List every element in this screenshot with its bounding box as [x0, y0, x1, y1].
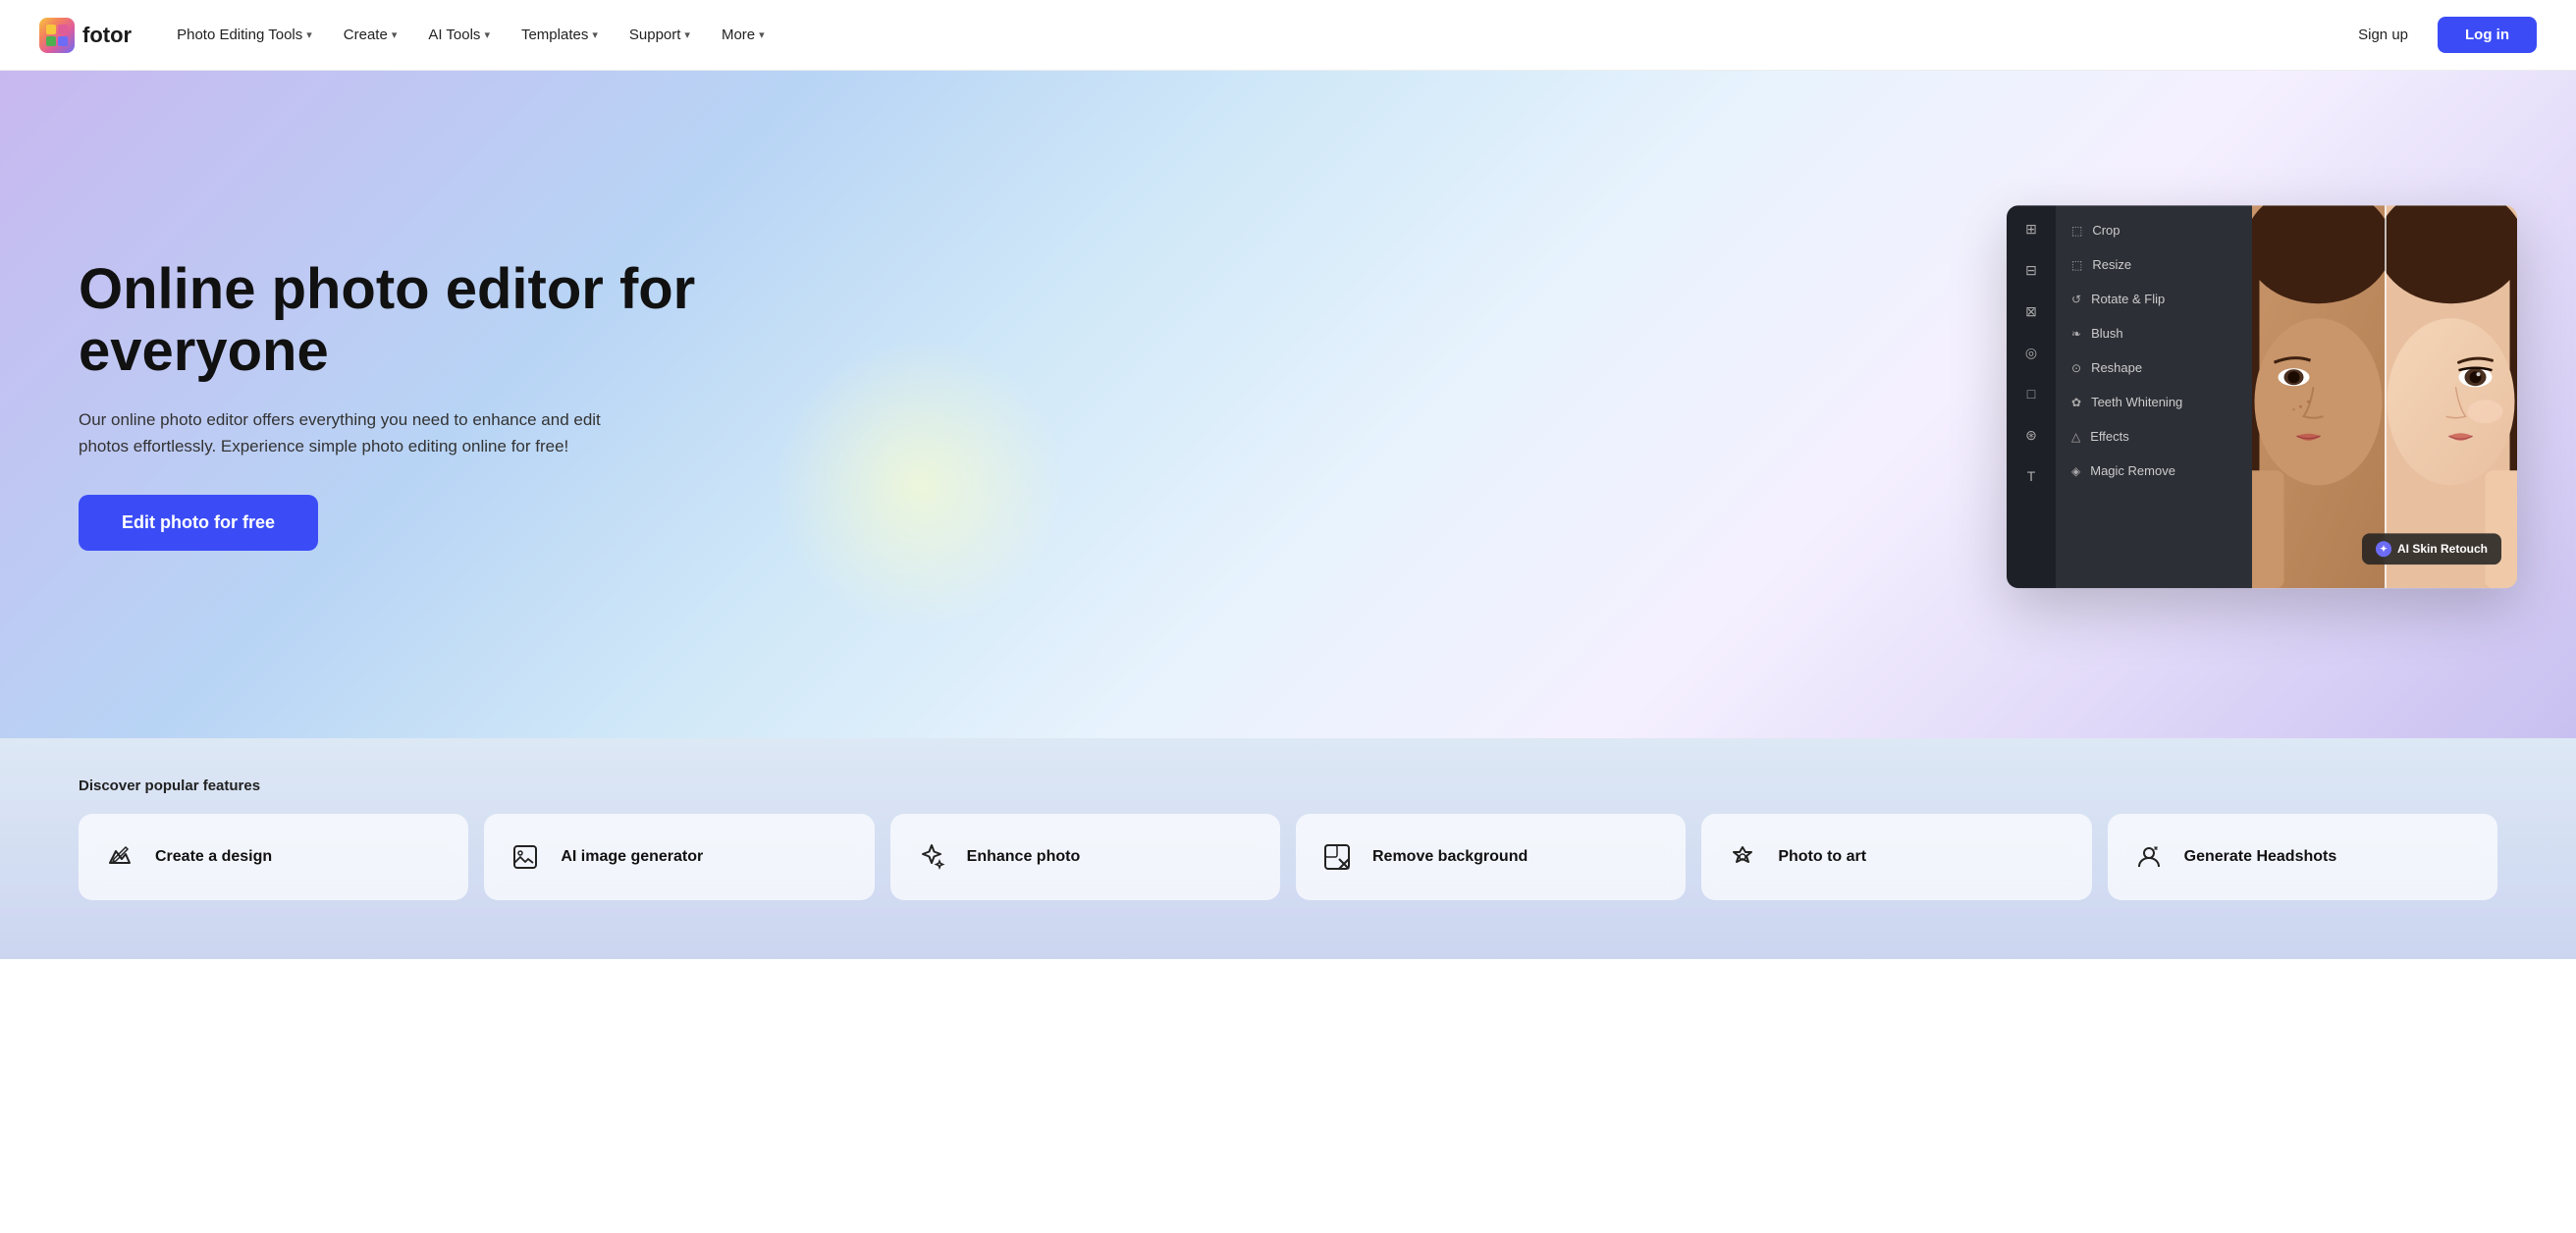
- photo-art-icon: [1723, 837, 1762, 877]
- hero-content: Online photo editor for everyone Our onl…: [79, 258, 707, 552]
- feature-card-enhance[interactable]: Enhance photo: [890, 814, 1280, 900]
- chevron-down-icon: ▾: [759, 28, 765, 41]
- create-design-icon: [100, 837, 139, 877]
- chevron-down-icon: ▾: [684, 28, 690, 41]
- menu-teeth[interactable]: ✿ Teeth Whitening: [2056, 385, 2252, 419]
- hero-title: Online photo editor for everyone: [79, 258, 707, 384]
- signup-button[interactable]: Sign up: [2344, 19, 2422, 51]
- nav-items: Photo Editing Tools ▾ Create ▾ AI Tools …: [163, 19, 2344, 51]
- feature-card-headshots[interactable]: Generate Headshots: [2108, 814, 2497, 900]
- hero-glow: [773, 338, 1067, 632]
- feature-label-ai-image: AI image generator: [561, 847, 703, 868]
- headshots-icon: [2129, 837, 2169, 877]
- editor-photo: ✦ AI Skin Retouch: [2252, 205, 2517, 588]
- resize-icon: ⬚: [2071, 258, 2082, 272]
- feature-label-enhance: Enhance photo: [967, 847, 1081, 868]
- menu-reshape[interactable]: ⊙ Reshape: [2056, 350, 2252, 385]
- remove-bg-icon: [1317, 837, 1357, 877]
- split-line: [2385, 205, 2387, 588]
- beaker-icon: ⊠: [2019, 299, 2043, 323]
- ai-image-icon: [506, 837, 545, 877]
- nav-item-ai-tools[interactable]: AI Tools ▾: [414, 19, 504, 51]
- nav-item-templates[interactable]: Templates ▾: [508, 19, 612, 51]
- features-label: Discover popular features: [79, 777, 2497, 794]
- people-icon: ⊛: [2019, 423, 2043, 447]
- square-icon: □: [2019, 382, 2043, 405]
- nav-item-more[interactable]: More ▾: [708, 19, 778, 51]
- ai-skin-retouch-badge: ✦ AI Skin Retouch: [2362, 533, 2501, 564]
- effects-icon: △: [2071, 430, 2080, 444]
- rotate-icon: ↺: [2071, 293, 2081, 306]
- feature-label-create-design: Create a design: [155, 847, 272, 868]
- magic-remove-icon: ◈: [2071, 464, 2080, 478]
- features-grid: Create a design AI image generator Enhan…: [79, 814, 2497, 900]
- eye-icon: ◎: [2019, 341, 2043, 364]
- text-icon: T: [2019, 464, 2043, 488]
- chevron-down-icon: ▾: [484, 28, 490, 41]
- menu-crop[interactable]: ⬚ Crop: [2056, 213, 2252, 247]
- photo-before: [2252, 205, 2385, 588]
- brand-name: fotor: [82, 23, 132, 48]
- feature-label-photo-art: Photo to art: [1778, 847, 1866, 868]
- ai-badge-icon: ✦: [2376, 541, 2391, 557]
- logo-icon: [39, 18, 75, 53]
- hero-subtitle: Our online photo editor offers everythin…: [79, 406, 628, 459]
- enhance-icon: [912, 837, 951, 877]
- menu-rotate[interactable]: ↺ Rotate & Flip: [2056, 282, 2252, 316]
- photo-after: [2385, 205, 2517, 588]
- nav-item-create[interactable]: Create ▾: [330, 19, 411, 51]
- reshape-icon: ⊙: [2071, 361, 2081, 375]
- feature-card-photo-art[interactable]: Photo to art: [1701, 814, 2091, 900]
- feature-label-headshots: Generate Headshots: [2184, 847, 2337, 868]
- features-section: Discover popular features Create a desig…: [0, 738, 2576, 959]
- editor-menu: ⬚ Crop ⬚ Resize ↺ Rotate & Flip ❧ Blush …: [2056, 205, 2252, 588]
- feature-card-create-design[interactable]: Create a design: [79, 814, 468, 900]
- logo-link[interactable]: fotor: [39, 18, 132, 53]
- editor-sidebar-icons: ⊞ ⊟ ⊠ ◎ □ ⊛ T: [2007, 205, 2056, 588]
- login-button[interactable]: Log in: [2438, 17, 2537, 53]
- editor-menu-panel: ⬚ Crop ⬚ Resize ↺ Rotate & Flip ❧ Blush …: [2056, 205, 2252, 588]
- menu-resize[interactable]: ⬚ Resize: [2056, 247, 2252, 282]
- blush-icon: ❧: [2071, 327, 2081, 341]
- cta-button[interactable]: Edit photo for free: [79, 495, 318, 551]
- chevron-down-icon: ▾: [592, 28, 598, 41]
- feature-card-remove-bg[interactable]: Remove background: [1296, 814, 1686, 900]
- nav-item-support[interactable]: Support ▾: [616, 19, 704, 51]
- hero-section: Online photo editor for everyone Our onl…: [0, 71, 2576, 738]
- menu-magic-remove[interactable]: ◈ Magic Remove: [2056, 454, 2252, 488]
- grid-icon: ⊞: [2019, 217, 2043, 241]
- menu-blush[interactable]: ❧ Blush: [2056, 316, 2252, 350]
- nav-item-photo-editing[interactable]: Photo Editing Tools ▾: [163, 19, 326, 51]
- sliders-icon: ⊟: [2019, 258, 2043, 282]
- crop-icon: ⬚: [2071, 224, 2082, 238]
- feature-card-ai-image[interactable]: AI image generator: [484, 814, 874, 900]
- chevron-down-icon: ▾: [306, 28, 312, 41]
- navbar: fotor Photo Editing Tools ▾ Create ▾ AI …: [0, 0, 2576, 71]
- menu-effects[interactable]: △ Effects: [2056, 419, 2252, 454]
- feature-label-remove-bg: Remove background: [1372, 847, 1528, 868]
- teeth-icon: ✿: [2071, 396, 2081, 409]
- editor-preview: ⊞ ⊟ ⊠ ◎ □ ⊛ T ⬚ Crop ⬚ Resize ↺ Rotat: [2007, 205, 2517, 588]
- chevron-down-icon: ▾: [392, 28, 398, 41]
- nav-auth: Sign up Log in: [2344, 17, 2537, 53]
